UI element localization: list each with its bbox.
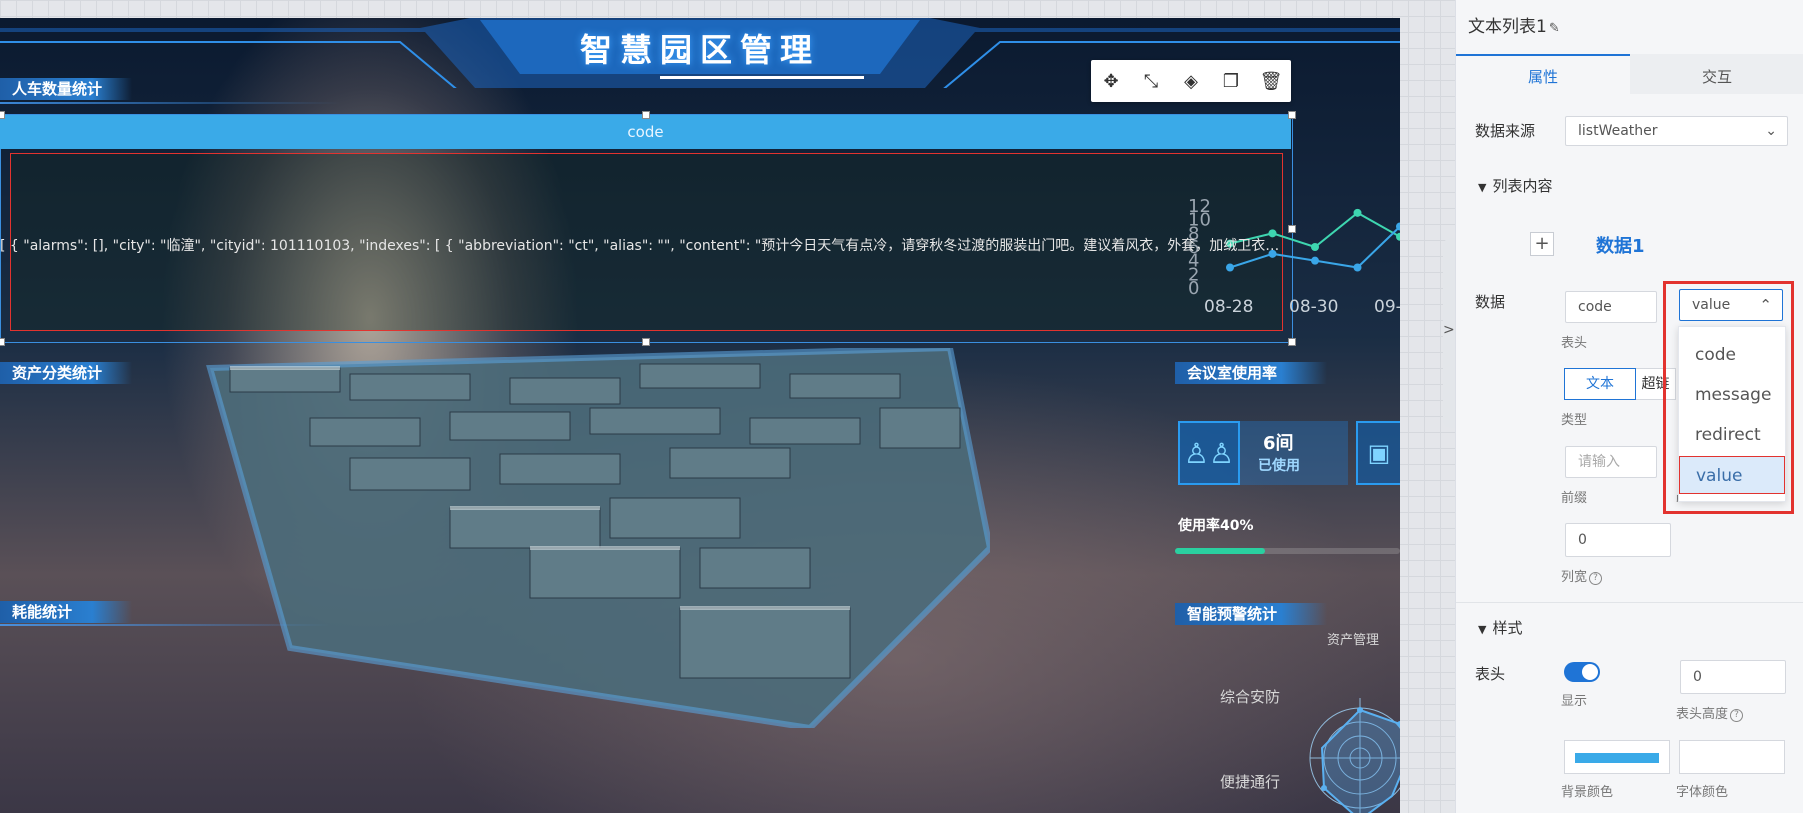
data-point	[1353, 208, 1362, 217]
annotation-highlight-box	[1663, 281, 1794, 514]
widget-name: 文本列表1	[1468, 17, 1547, 37]
prefix-placeholder: 请输入	[1578, 454, 1620, 470]
data-point	[1226, 263, 1234, 272]
radar-label: 综合安防	[1220, 688, 1281, 706]
layers-icon[interactable]: ◈	[1178, 68, 1204, 94]
usage-progress-track	[1175, 548, 1400, 554]
resize-handle[interactable]	[0, 111, 5, 119]
radar-label: 便捷通行	[1220, 773, 1281, 791]
resize-handle[interactable]	[1288, 225, 1296, 233]
text-list-header[interactable]: code	[0, 115, 1291, 149]
help-icon[interactable]: ?	[1589, 572, 1603, 585]
prefix-input[interactable]: 请输入	[1565, 446, 1657, 478]
help-icon[interactable]: ?	[1730, 709, 1744, 722]
font-color-picker[interactable]	[1679, 740, 1785, 774]
section-energy: 耗能统计	[0, 601, 132, 623]
chevron-down-icon: ⌄	[1765, 123, 1777, 139]
data-point	[1311, 256, 1319, 265]
panel-tabs: 属性 交互	[1456, 54, 1803, 94]
col-width-caption: 列宽	[1561, 570, 1588, 585]
bg-color-picker[interactable]	[1564, 740, 1670, 774]
edit-icon[interactable]: ✎	[1549, 21, 1560, 36]
tab-interaction[interactable]: 交互	[1630, 54, 1803, 94]
copy-icon[interactable]: ❐	[1218, 68, 1244, 94]
panel-title: 文本列表1 ✎	[1468, 12, 1560, 37]
meeting-screen-icon: ▣	[1356, 421, 1400, 485]
resize-handle[interactable]	[0, 338, 5, 346]
text-list-row[interactable]: [ { "alarms": [], "city": "临潼", "cityid"…	[0, 235, 1285, 255]
list-content-section[interactable]: ▼ 列表内容	[1478, 175, 1552, 196]
prefix-caption: 前缀	[1561, 491, 1588, 506]
resize-handle[interactable]	[642, 338, 650, 346]
data-label: 数据	[1475, 293, 1506, 311]
type-caption: 类型	[1561, 413, 1588, 428]
collapse-arrow-icon[interactable]: >	[1443, 322, 1455, 338]
data-point	[1311, 243, 1319, 251]
fullscreen-icon[interactable]: ⤡	[1138, 68, 1164, 94]
resize-handle[interactable]	[642, 111, 650, 119]
section-line	[0, 102, 340, 104]
section-smart-alert: 智能预警统计	[1175, 603, 1327, 625]
delete-icon[interactable]: 🗑	[1258, 68, 1284, 94]
meeting-label: 已使用	[1258, 458, 1300, 474]
data-point	[1353, 263, 1362, 272]
section-meeting-usage: 会议室使用率	[1175, 362, 1327, 384]
style-section-title: 样式	[1492, 619, 1523, 637]
y-tick-label: 0	[1188, 278, 1199, 299]
usage-rate-text: 使用率40%	[1178, 518, 1254, 534]
toggle-knob	[1582, 664, 1598, 680]
bg-color-value	[1575, 753, 1659, 763]
add-data-button[interactable]: +	[1530, 232, 1554, 256]
bg-color-caption: 背景颜色	[1561, 785, 1614, 800]
x-tick-label: 08-28	[1204, 297, 1253, 317]
x-tick-label: 08-30	[1289, 297, 1338, 317]
header-style-label: 表头	[1475, 665, 1506, 683]
header-height-caption: 表头高度	[1676, 707, 1729, 722]
header-height-input[interactable]: 0	[1680, 660, 1786, 694]
data-source-label: 数据来源	[1475, 122, 1536, 140]
campus-3d-model	[206, 348, 990, 728]
divider	[1456, 602, 1803, 603]
header-caption: 表头	[1561, 336, 1588, 351]
line-chart: 12108642008-28 08-30 09-	[1188, 196, 1400, 317]
col-width-input[interactable]: 0	[1565, 523, 1671, 557]
caret-down-icon: ▼	[1478, 181, 1487, 194]
type-text-button[interactable]: 文本	[1564, 368, 1636, 400]
design-canvas: 智慧园区管理 人车数量统计 code 12 10 8 6 4 2 0 08-28…	[0, 0, 1455, 813]
data-item-title: 数据1	[1596, 236, 1645, 257]
dashboard-stage: 智慧园区管理 人车数量统计 code 12 10 8 6 4 2 0 08-28…	[0, 18, 1400, 813]
meeting-count: 6间	[1263, 433, 1294, 454]
widget-toolbar: ✥ ⤡ ◈ ❐ 🗑	[1091, 60, 1291, 102]
section-line	[0, 624, 330, 626]
show-caption: 显示	[1561, 694, 1588, 709]
x-tick-label: 09-	[1374, 297, 1400, 317]
meeting-room-card: ♙♙ 6间 已使用	[1178, 421, 1348, 485]
resize-handle[interactable]	[1288, 111, 1296, 119]
title-underline	[660, 76, 864, 79]
col-width-caption-wrap: 列宽?	[1561, 566, 1603, 585]
style-section[interactable]: ▼ 样式	[1478, 617, 1522, 638]
tab-properties[interactable]: 属性	[1456, 54, 1630, 94]
data-source-select[interactable]: listWeather ⌄	[1565, 116, 1788, 146]
header-height-caption-wrap: 表头高度?	[1676, 703, 1744, 722]
move-icon[interactable]: ✥	[1098, 68, 1124, 94]
resize-handle[interactable]	[1288, 338, 1296, 346]
usage-progress-fill	[1175, 548, 1265, 554]
radar-label: 资产管理	[1327, 633, 1380, 648]
section-people-vehicle: 人车数量统计	[0, 78, 132, 100]
font-color-caption: 字体颜色	[1676, 785, 1729, 800]
header-show-toggle[interactable]	[1564, 662, 1600, 682]
data-source-value: listWeather	[1578, 123, 1658, 139]
list-content-title: 列表内容	[1492, 177, 1553, 195]
radar-chart	[1309, 698, 1400, 813]
caret-down-icon: ▼	[1478, 623, 1487, 636]
header-text-input[interactable]: code	[1565, 291, 1657, 323]
section-asset-category: 资产分类统计	[0, 362, 132, 384]
meeting-people-icon: ♙♙	[1178, 421, 1240, 485]
